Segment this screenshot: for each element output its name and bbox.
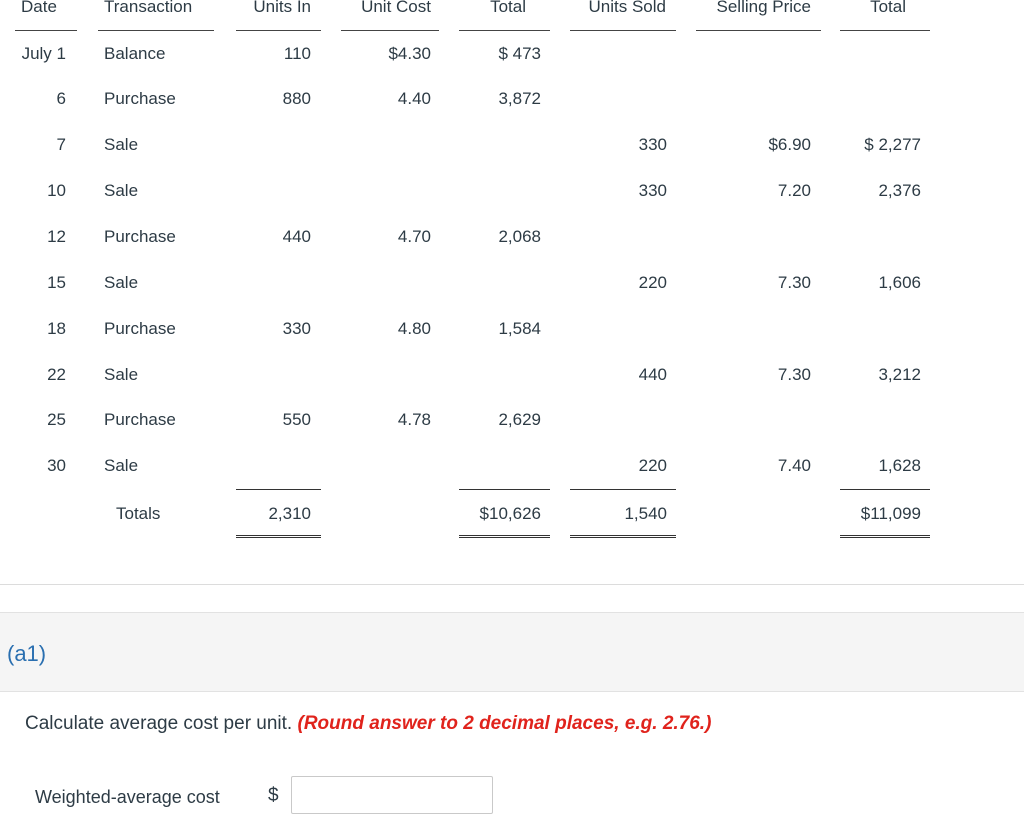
sales-total-double-rule <box>840 535 930 538</box>
total-cost-subtotal-rule <box>459 489 550 490</box>
units-in-double-rule <box>236 535 321 538</box>
row-date: 15 <box>47 273 66 292</box>
row-date: 18 <box>47 319 66 338</box>
header-total-cost-cell: Total <box>459 0 550 31</box>
row-unit-cost: 4.40 <box>397 89 431 108</box>
row-transaction: Purchase <box>104 319 176 338</box>
row-transaction: Sale <box>104 365 139 384</box>
header-units-sold: Units Sold <box>588 0 666 16</box>
row-sales-total: 1,606 <box>878 273 921 292</box>
header-total-sales-cell: Total <box>840 0 930 31</box>
row-transaction: Sale <box>104 456 139 475</box>
header-date-cell: Date <box>15 0 77 31</box>
row-transaction: Sale <box>104 135 139 154</box>
weighted-average-label: Weighted-average cost <box>35 787 220 807</box>
weighted-average-input[interactable] <box>291 776 493 814</box>
row-unit-cost: 4.80 <box>397 319 431 338</box>
units-in-subtotal-rule <box>236 489 321 490</box>
row-date: July 1 <box>21 44 66 63</box>
row-transaction: Sale <box>104 273 139 292</box>
row-units-in: 550 <box>282 410 311 429</box>
instruction: Calculate average cost per unit. (Round … <box>25 713 711 735</box>
row-selling-price: $6.90 <box>768 135 811 154</box>
row-total: 3,872 <box>498 89 541 108</box>
units-sold-subtotal-rule <box>570 489 676 490</box>
header-units-sold-cell: Units Sold <box>570 0 676 31</box>
row-total: 2,068 <box>498 227 541 246</box>
part-label: (a1) <box>7 641 47 666</box>
row-selling-price: 7.40 <box>777 456 811 475</box>
section-divider <box>0 584 1024 585</box>
row-total: $ 473 <box>498 44 541 63</box>
instruction-text: Calculate average cost per unit. <box>25 713 293 734</box>
totals-total-cost: $10,626 <box>479 504 541 523</box>
row-unit-cost: 4.70 <box>397 227 431 246</box>
row-unit-cost: $4.30 <box>388 44 431 63</box>
row-transaction: Purchase <box>104 410 176 429</box>
totals-units-in: 2,310 <box>268 504 311 523</box>
header-selling-price: Selling Price <box>716 0 812 16</box>
row-units-in: 440 <box>282 227 311 246</box>
row-date: 12 <box>47 227 66 246</box>
header-unit-cost: Unit Cost <box>361 0 431 16</box>
row-units-sold: 440 <box>638 365 667 384</box>
row-date: 7 <box>56 135 66 154</box>
total-cost-double-rule <box>459 535 550 538</box>
totals-units-sold: 1,540 <box>624 504 667 523</box>
row-transaction: Sale <box>104 181 139 200</box>
row-date: 25 <box>47 410 66 429</box>
header-units-in: Units In <box>253 0 311 16</box>
row-sales-total: 2,376 <box>878 181 921 200</box>
row-total: 2,629 <box>498 410 541 429</box>
header-transaction: Transaction <box>104 0 193 16</box>
header-unit-cost-cell: Unit Cost <box>341 0 439 31</box>
header-selling-price-cell: Selling Price <box>696 0 821 31</box>
sales-total-subtotal-rule <box>840 489 930 490</box>
row-sales-total: $ 2,277 <box>864 135 921 154</box>
header-units-in-cell: Units In <box>236 0 321 31</box>
row-selling-price: 7.30 <box>777 365 811 384</box>
row-units-sold: 220 <box>638 273 667 292</box>
row-date: 6 <box>56 89 66 108</box>
row-transaction: Purchase <box>104 89 176 108</box>
row-sales-total: 3,212 <box>878 365 921 384</box>
currency-symbol: $ <box>268 785 279 806</box>
header-transaction-cell: Transaction <box>98 0 214 31</box>
row-units-in: 110 <box>283 44 311 63</box>
row-transaction: Purchase <box>104 227 176 246</box>
units-sold-double-rule <box>570 535 676 538</box>
rounding-hint: (Round answer to 2 decimal places, e.g. … <box>297 713 712 734</box>
row-units-sold: 330 <box>638 135 667 154</box>
header-total-cost: Total <box>490 0 526 16</box>
row-date: 22 <box>47 365 66 384</box>
row-date: 10 <box>47 181 66 200</box>
row-unit-cost: 4.78 <box>397 410 431 429</box>
totals-sales-total: $11,099 <box>860 504 921 523</box>
row-sales-total: 1,628 <box>878 456 921 475</box>
totals-label: Totals <box>116 504 161 523</box>
part-header-bar <box>0 612 1024 692</box>
header-total-sales: Total <box>870 0 906 16</box>
row-units-sold: 220 <box>638 456 667 475</box>
row-units-in: 880 <box>282 89 311 108</box>
row-date: 30 <box>47 456 66 475</box>
row-transaction: Balance <box>104 44 166 63</box>
header-date: Date <box>21 0 57 16</box>
row-units-sold: 330 <box>638 181 667 200</box>
row-selling-price: 7.20 <box>777 181 811 200</box>
row-units-in: 330 <box>282 319 311 338</box>
row-selling-price: 7.30 <box>777 273 811 292</box>
row-total: 1,584 <box>498 319 541 338</box>
